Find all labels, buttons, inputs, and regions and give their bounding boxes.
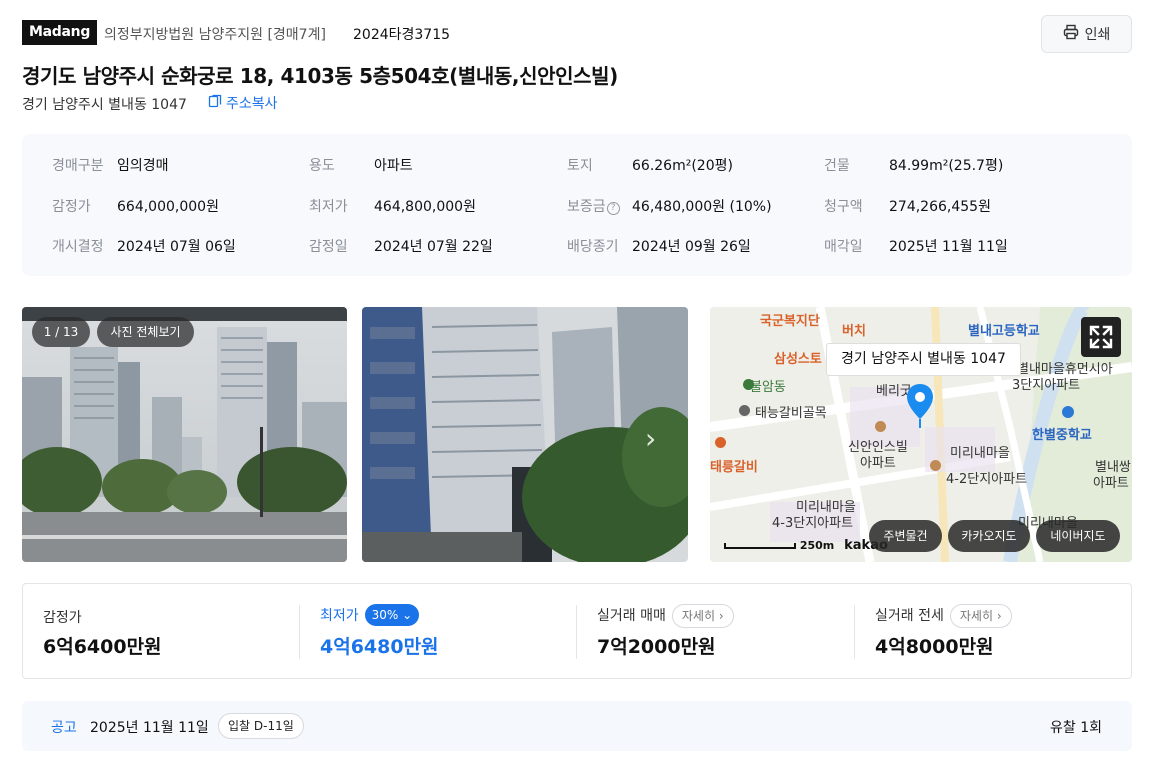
notice-date: 2025년 11월 11일: [90, 720, 209, 736]
view-all-photos-button[interactable]: 사진 전체보기: [97, 317, 194, 347]
lease-value: 4억8000만원: [875, 636, 994, 658]
map-place: 미리내마을: [950, 446, 1010, 461]
map-place: 삼성스토: [774, 352, 822, 367]
info-value-type: 임의경매: [117, 158, 169, 174]
map-place: 아파트: [860, 456, 896, 471]
map-place: 3단지아파트: [1012, 378, 1081, 393]
place-icon: [739, 405, 750, 416]
bid-dday-badge: 입찰 D-11일: [218, 713, 304, 739]
map-scale: 250m kakao: [724, 538, 888, 553]
photo-counter: 1 / 13: [32, 317, 90, 347]
info-value-appraisal: 664,000,000원: [117, 199, 219, 215]
info-label-start-decision: 개시결정: [52, 239, 104, 255]
info-value-start-decision: 2024년 07월 06일: [117, 239, 236, 255]
info-value-land: 66.26m²(20평): [632, 158, 733, 174]
expand-map-button[interactable]: [1081, 317, 1121, 357]
info-label-land: 토지: [567, 158, 593, 174]
info-value-claim: 274,266,455원: [889, 199, 991, 215]
restaurant-icon: [715, 437, 726, 448]
minimum-value: 4억6480만원: [320, 636, 439, 658]
school-icon: [1062, 406, 1074, 418]
printer-icon: [1063, 24, 1079, 44]
case-number: 2024타경3715: [353, 27, 451, 43]
court-name: 의정부지방법원 남양주지원 [경매7계]: [104, 27, 326, 43]
lease-detail-button[interactable]: 자세히 ›: [949, 604, 1012, 628]
price-summary: 감정가 6억6400만원 최저가 30% ⌄ 4억6480만원 실거래 매매 자세히…: [22, 583, 1132, 679]
copy-address-button[interactable]: 주소복사: [208, 93, 278, 113]
discount-badge: 30% ⌄: [364, 604, 420, 626]
map-place: 별내고등학교: [968, 324, 1040, 339]
scale-bar-icon: [724, 543, 796, 549]
info-value-building: 84.99m²(25.7평): [889, 158, 1004, 174]
divider: [854, 605, 855, 659]
notice-label: 공고: [51, 720, 77, 736]
sale-value: 7억2000만원: [597, 636, 716, 658]
park-icon: [743, 379, 754, 390]
info-value-minimum: 464,800,000원: [374, 199, 476, 215]
map-place: 아파트: [1093, 476, 1129, 491]
divider: [299, 605, 300, 659]
map-place: 국군복지단: [760, 314, 820, 329]
info-label-deposit: 보증금?: [567, 196, 620, 216]
address-text: 경기 남양주시 별내동 1047: [22, 97, 187, 113]
print-button[interactable]: 인쇄: [1041, 15, 1132, 53]
kakao-map-button[interactable]: 카카오지도: [948, 520, 1030, 552]
info-value-deposit: 46,480,000원 (10%): [632, 199, 772, 215]
info-label-usage: 용도: [309, 158, 335, 174]
map-place: 한별중학교: [1032, 428, 1092, 443]
appraisal-label: 감정가: [43, 610, 82, 626]
info-label-claim: 청구액: [824, 199, 863, 215]
chevron-right-icon: ›: [718, 609, 724, 623]
location-marker-icon[interactable]: [906, 383, 934, 433]
copy-icon: [208, 94, 222, 112]
map-place: 태릉갈비: [710, 460, 758, 475]
map-place: 태능갈비골목: [755, 406, 827, 421]
minimum-label: 최저가 30% ⌄: [320, 604, 420, 626]
info-label-appraisal-date: 감정일: [309, 239, 348, 255]
appraisal-value: 6억6400만원: [43, 636, 162, 658]
info-value-appraisal-date: 2024년 07월 22일: [374, 239, 493, 255]
auction-info-panel: 경매구분 임의경매 용도 아파트 토지 66.26m²(20평) 건물 84.9…: [22, 134, 1132, 276]
apartment-icon: [875, 421, 886, 432]
info-label-type: 경매구분: [52, 158, 104, 174]
chevron-down-icon: ⌄: [402, 608, 413, 622]
info-label-appraisal: 감정가: [52, 199, 91, 215]
info-value-sale-date: 2025년 11월 11일: [889, 239, 1008, 255]
notice-bar: 공고 2025년 11월 11일 입찰 D-11일 유찰 1회: [22, 701, 1132, 751]
fail-count: 유찰 1회: [1050, 720, 1102, 736]
sale-detail-button[interactable]: 자세히 ›: [671, 604, 734, 628]
map-place: 4-3단지아파트: [772, 516, 854, 531]
map-place: 버치: [842, 324, 866, 339]
info-value-usage: 아파트: [374, 158, 413, 174]
info-value-dividend-deadline: 2024년 09월 26일: [632, 239, 751, 255]
naver-map-button[interactable]: 네이버지도: [1036, 520, 1120, 552]
sale-label: 실거래 매매 자세히 ›: [597, 604, 734, 628]
property-photo-2[interactable]: [362, 307, 688, 562]
map-place: 4-2단지아파트: [946, 472, 1028, 487]
print-label: 인쇄: [1084, 27, 1111, 43]
next-photo-icon[interactable]: ›: [645, 422, 656, 455]
copy-address-label: 주소복사: [226, 96, 278, 112]
nearby-listings-button[interactable]: 주변물건: [869, 520, 942, 552]
divider: [576, 605, 577, 659]
info-label-dividend-deadline: 배당종기: [567, 239, 619, 255]
page-title: 경기도 남양주시 순화궁로 18, 4103동 5층504호(별내동,신안인스빌…: [22, 64, 618, 88]
help-icon[interactable]: ?: [606, 202, 620, 215]
logo[interactable]: Madang: [22, 20, 98, 45]
info-label-building: 건물: [824, 158, 850, 174]
map-place: 불암동: [750, 380, 786, 395]
chevron-right-icon: ›: [996, 609, 1002, 623]
info-label-minimum: 최저가: [309, 199, 348, 215]
info-label-sale-date: 매각일: [824, 239, 863, 255]
apartment-icon: [930, 460, 941, 471]
lease-label: 실거래 전세 자세히 ›: [875, 604, 1012, 628]
map-address-label: 경기 남양주시 별내동 1047: [826, 343, 1021, 376]
expand-icon: [1081, 325, 1121, 361]
